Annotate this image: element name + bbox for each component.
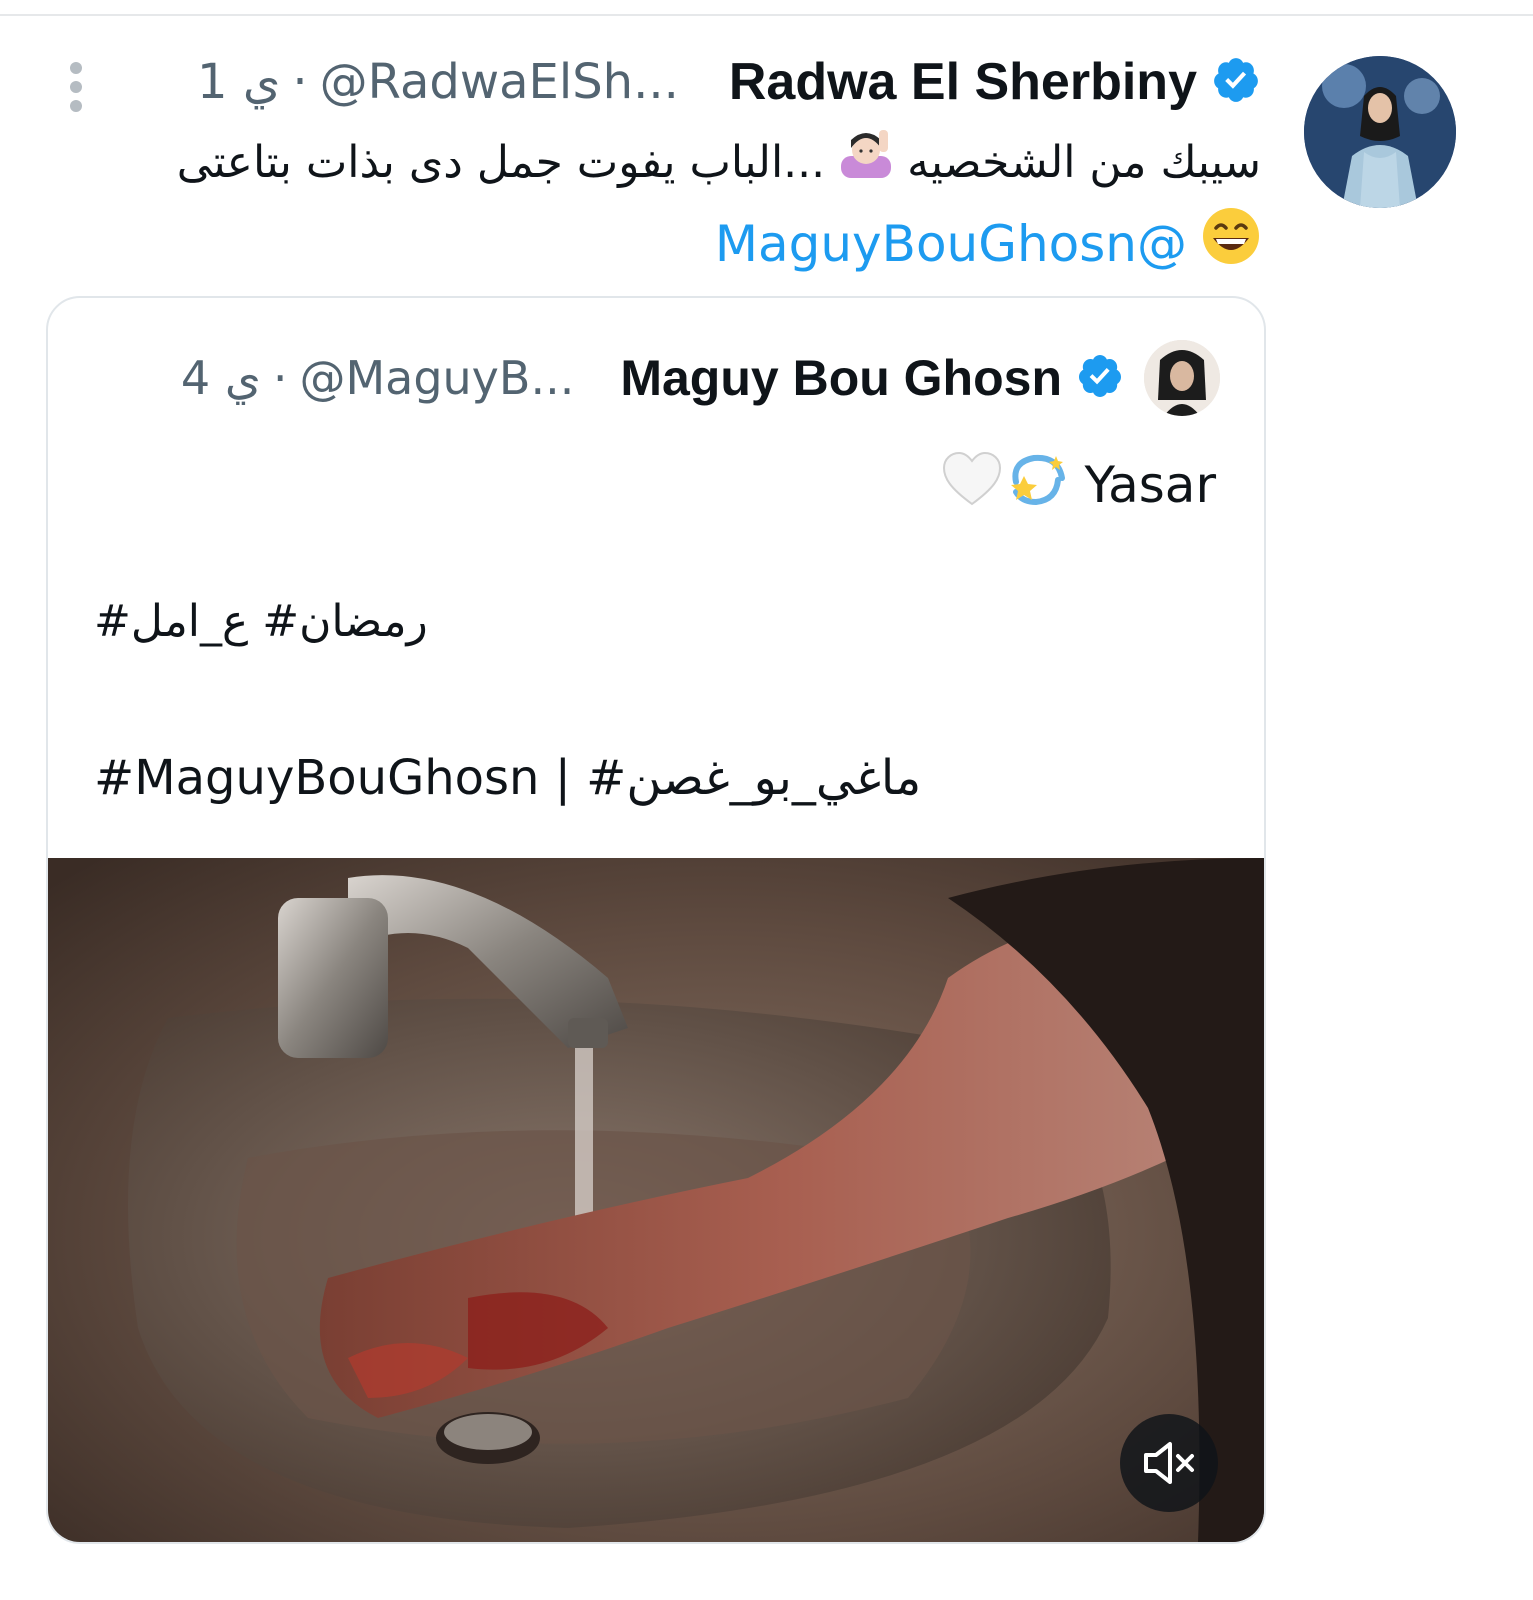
main-tweet-handle[interactable]: @RadwaElSh...: [320, 54, 679, 110]
person-raising-hand-emoji: [839, 126, 893, 205]
main-tweet-time[interactable]: 1 ي: [197, 54, 280, 110]
verified-badge-icon: [1211, 55, 1261, 109]
separator-dot: ·: [272, 351, 288, 405]
video-frame-sink: [48, 858, 1264, 1542]
verified-badge-icon: [1076, 352, 1124, 404]
quoted-tweet-display-name[interactable]: Maguy Bou Ghosn: [620, 349, 1062, 407]
quoted-tweet-meta: 4 ي · @MaguyB...: [175, 351, 580, 405]
main-tweet-avatar[interactable]: [1304, 56, 1456, 208]
main-tweet-text-part2: ...الباب يفوت جمل دى بذات بتاعتى: [176, 137, 826, 188]
separator-dot: ·: [292, 54, 308, 110]
more-vertical-icon[interactable]: [66, 62, 86, 112]
quoted-tweet-video[interactable]: [48, 858, 1264, 1542]
main-tweet-text-part1: سيبك من الشخصيه: [907, 137, 1261, 188]
white-heart-emoji: [940, 450, 1004, 520]
quoted-tweet-text-line1: Yasar: [940, 450, 1216, 520]
quoted-tweet-hashtags-arabic[interactable]: رمضان# ع_امل#: [94, 596, 428, 647]
quoted-tweet-emojis: [940, 450, 1068, 520]
mute-toggle-button[interactable]: [1120, 1414, 1218, 1512]
main-tweet-text-line2: @MaguyBouGhosn: [61, 205, 1261, 292]
grinning-face-emoji: [1201, 206, 1261, 291]
main-tweet-text: سيبك من الشخصيه ...الباب يفوت جمل دى بذا…: [61, 124, 1261, 291]
quoted-tweet-time[interactable]: 4 ي: [181, 351, 261, 405]
main-tweet-display-name[interactable]: Radwa El Sherbiny: [729, 52, 1197, 112]
top-divider: [0, 14, 1533, 16]
quoted-tweet-avatar[interactable]: [1144, 340, 1220, 416]
quoted-tweet-hashtags-mixed[interactable]: #MaguyBouGhosn | #ماغي_بو_غصن: [94, 750, 921, 806]
main-tweet-text-line1: سيبك من الشخصيه ...الباب يفوت جمل دى بذا…: [61, 124, 1261, 205]
quoted-tweet-header: 4 ي · @MaguyB... Maguy Bou Ghosn: [175, 346, 1124, 410]
mention-link[interactable]: @MaguyBouGhosn: [715, 215, 1187, 273]
main-tweet-meta: 1 ي · @RadwaElSh...: [191, 54, 685, 110]
quoted-tweet-card[interactable]: 4 ي · @MaguyB... Maguy Bou Ghosn Yasar ر…: [46, 296, 1266, 1544]
dizzy-emoji: [1004, 450, 1068, 520]
main-tweet-header: 1 ي · @RadwaElSh... Radwa El Sherbiny: [191, 50, 1261, 114]
muted-speaker-icon: [1142, 1441, 1196, 1485]
quoted-tweet-handle[interactable]: @MaguyB...: [299, 351, 574, 405]
quoted-tweet-text-name: Yasar: [1084, 456, 1216, 514]
